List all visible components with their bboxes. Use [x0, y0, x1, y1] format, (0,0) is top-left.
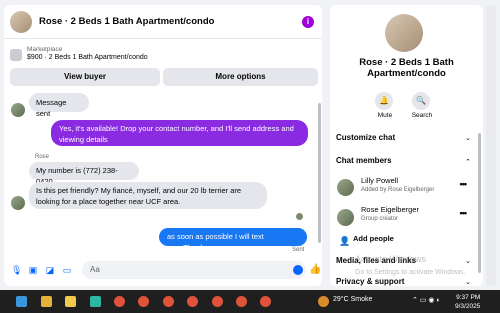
- clock[interactable]: 9:37 PM 9/3/2025: [455, 293, 480, 311]
- chevron-up-icon[interactable]: ⌃: [465, 158, 471, 166]
- chat-scrollbar[interactable]: [318, 103, 321, 243]
- member-avatar[interactable]: [337, 179, 354, 196]
- member-subtitle: Group creator: [361, 216, 399, 222]
- message-bubble[interactable]: as soon as possible I will text you..Tha…: [159, 228, 307, 252]
- chrome-icon[interactable]: [187, 296, 198, 307]
- member-subtitle: Added by Rose Eigelberger: [361, 187, 435, 193]
- listing-price: $900 · 2 Beds 1 Bath Apartment/condo: [27, 54, 148, 61]
- info-icon[interactable]: i: [302, 16, 314, 28]
- add-person-icon[interactable]: 👤: [339, 236, 350, 247]
- start-icon[interactable]: [16, 296, 27, 307]
- chrome-icon[interactable]: [114, 296, 125, 307]
- store-icon[interactable]: [90, 296, 101, 307]
- sender-avatar[interactable]: [11, 103, 25, 117]
- add-people-button[interactable]: Add people: [353, 234, 394, 243]
- customize-chat-section[interactable]: Customize chat: [336, 133, 395, 142]
- emoji-icon[interactable]: [293, 265, 303, 275]
- message-bubble[interactable]: Yes, it's available! Drop your contact n…: [51, 120, 308, 146]
- mute-label[interactable]: Mute: [370, 112, 400, 119]
- chrome-icon[interactable]: [212, 296, 223, 307]
- member-name[interactable]: Lilly Powell: [361, 176, 398, 185]
- chat-avatar[interactable]: [10, 10, 32, 33]
- message-bubble[interactable]: My number is (772) 238-0420: [29, 162, 139, 186]
- group-avatar: [385, 14, 423, 52]
- composer: 🎙 ▣ ◪ ▭ Aa 👍: [4, 258, 322, 282]
- gif-icon[interactable]: ▭: [62, 265, 72, 275]
- chevron-down-icon[interactable]: ⌄: [465, 278, 471, 286]
- chat-title[interactable]: Rose · 2 Beds 1 Bath Apartment/condo: [39, 16, 214, 27]
- message-bubble[interactable]: Message sent: [29, 93, 89, 118]
- activation-watermark: Activate Windows Go to Settings to activ…: [355, 252, 466, 280]
- message-bubble[interactable]: Is this pet friendly? My fiancé, myself,…: [29, 182, 267, 209]
- chevron-down-icon[interactable]: ⌄: [465, 134, 471, 142]
- conversation-info-panel: Rose · 2 Beds 1 Bath Apartment/condo 🔔 M…: [330, 5, 483, 286]
- file-explorer-icon[interactable]: [65, 296, 76, 307]
- message-input[interactable]: Aa: [82, 261, 306, 279]
- sender-name: Rose: [35, 154, 50, 160]
- conversation-title: Rose · 2 Beds 1 Bath Apartment/condo: [359, 57, 454, 79]
- weather-icon[interactable]: [318, 296, 329, 307]
- microphone-icon[interactable]: 🎙: [11, 265, 22, 275]
- marketplace-label: Marketplace: [27, 46, 63, 53]
- weather-text[interactable]: 29°C Smoke: [333, 296, 372, 303]
- chrome-icon[interactable]: [236, 296, 247, 307]
- system-tray-icons[interactable]: ⌃ ▭ ◉ ◐: [412, 296, 441, 304]
- search-label[interactable]: Search: [407, 112, 437, 119]
- search-icon[interactable]: 🔍: [412, 92, 430, 110]
- member-name[interactable]: Rose Eigelberger: [361, 205, 419, 214]
- more-icon[interactable]: •••: [460, 208, 468, 218]
- chrome-icon[interactable]: [163, 296, 174, 307]
- watermark-subtitle: Go to Settings to activate Windows.: [355, 269, 466, 276]
- bell-icon[interactable]: 🔔: [375, 92, 393, 110]
- chat-members-section[interactable]: Chat members: [336, 156, 392, 165]
- chevron-down-icon[interactable]: ⌄: [465, 257, 471, 265]
- time: 9:37 PM: [456, 294, 481, 301]
- member-avatar[interactable]: [337, 209, 354, 226]
- message-status: Sent: [292, 247, 305, 253]
- image-icon[interactable]: ▣: [28, 265, 38, 275]
- date: 9/3/2025: [455, 303, 481, 310]
- sender-avatar[interactable]: [11, 196, 25, 210]
- view-buyer-button[interactable]: View buyer: [10, 68, 160, 86]
- chat-header: Rose · 2 Beds 1 Bath Apartment/condo i: [4, 5, 322, 39]
- more-icon[interactable]: •••: [460, 179, 468, 189]
- seen-avatar: [296, 213, 303, 220]
- marketplace-icon: [10, 49, 22, 61]
- watermark-title: Activate Windows: [355, 254, 427, 264]
- panel-scrollbar[interactable]: [478, 133, 481, 273]
- taskbar: 29°C Smoke ⌃ ▭ ◉ ◐ 9:37 PM 9/3/2025: [0, 290, 500, 313]
- window-scrollbar[interactable]: [486, 5, 496, 286]
- copilot-icon[interactable]: [41, 296, 52, 307]
- chrome-icon[interactable]: [138, 296, 149, 307]
- chrome-icon[interactable]: [260, 296, 271, 307]
- more-options-button[interactable]: More options: [163, 68, 318, 86]
- sticker-icon[interactable]: ◪: [45, 265, 55, 275]
- listing-summary[interactable]: Marketplace $900 · 2 Beds 1 Bath Apartme…: [10, 46, 148, 61]
- thumbs-up-icon[interactable]: 👍: [309, 264, 321, 275]
